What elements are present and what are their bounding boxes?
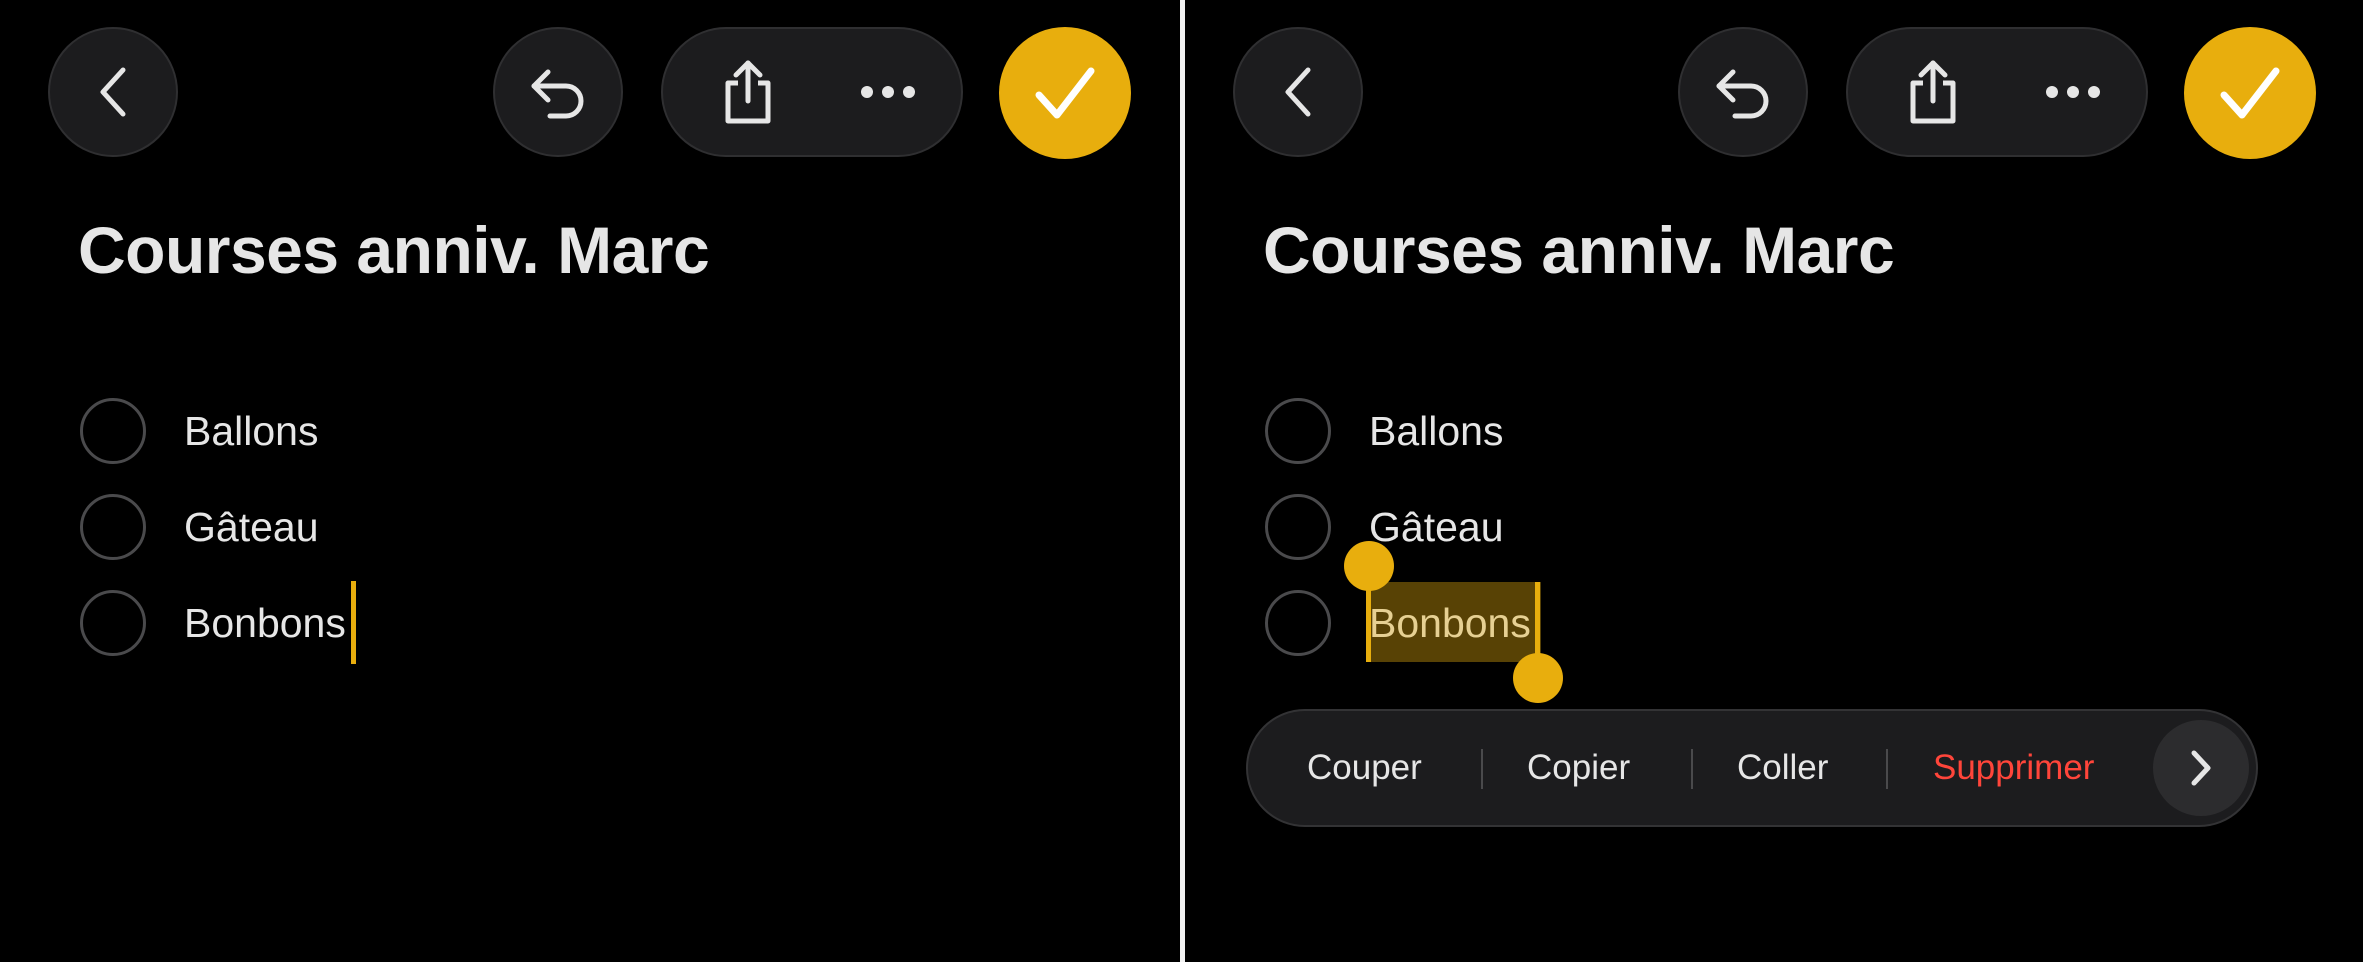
chevron-left-icon: [100, 67, 126, 117]
checklist-item-label[interactable]: Bonbons: [184, 600, 346, 647]
share-button[interactable]: [693, 29, 803, 155]
chevron-left-icon: [1285, 67, 1311, 117]
done-button[interactable]: [999, 27, 1131, 159]
actions-pill: [661, 27, 963, 157]
ellipsis-icon: [2046, 86, 2100, 98]
text-selection-highlight: [1367, 582, 1541, 662]
selection-end-handle[interactable]: [1513, 653, 1563, 703]
undo-button[interactable]: [1678, 27, 1808, 157]
menu-next-button[interactable]: [2153, 720, 2249, 816]
back-button[interactable]: [1233, 27, 1363, 157]
checklist-item: Ballons: [80, 398, 680, 468]
checklist-item-label[interactable]: Ballons: [184, 408, 318, 455]
copy-menu-item[interactable]: Copier: [1527, 711, 1630, 825]
checklist-item-label[interactable]: Gâteau: [1369, 504, 1504, 551]
paste-menu-item[interactable]: Coller: [1737, 711, 1828, 825]
share-icon: [725, 60, 771, 124]
checkbox-circle[interactable]: [1265, 398, 1331, 464]
checkbox-circle[interactable]: [1265, 494, 1331, 560]
menu-separator: [1886, 749, 1888, 789]
checkmark-icon: [1035, 67, 1095, 119]
more-button[interactable]: [833, 29, 943, 155]
checkbox-circle[interactable]: [80, 590, 146, 656]
share-button[interactable]: [1878, 29, 1988, 155]
undo-button[interactable]: [493, 27, 623, 157]
left-screen: Courses anniv. Marc Ballons Gâteau Bonbo…: [0, 0, 1180, 962]
cut-menu-item[interactable]: Couper: [1307, 711, 1422, 825]
undo-arrow-icon: [1716, 69, 1769, 119]
actions-pill: [1846, 27, 2148, 157]
selection-start-bar: [1366, 582, 1371, 662]
checklist-item-label[interactable]: Ballons: [1369, 408, 1503, 455]
checkbox-circle[interactable]: [1265, 590, 1331, 656]
checkbox-circle[interactable]: [80, 398, 146, 464]
checklist-item: Bonbons: [80, 590, 680, 660]
undo-arrow-icon: [531, 69, 584, 119]
back-button[interactable]: [48, 27, 178, 157]
checklist-item: Gâteau: [80, 494, 680, 564]
checkmark-icon: [2220, 67, 2280, 119]
ellipsis-icon: [861, 86, 915, 98]
delete-menu-item[interactable]: Supprimer: [1933, 711, 2094, 825]
note-title[interactable]: Courses anniv. Marc: [78, 212, 710, 288]
note-title[interactable]: Courses anniv. Marc: [1263, 212, 1895, 288]
edit-menu: Couper Copier Coller Supprimer: [1246, 709, 2258, 827]
checklist-item: Ballons: [1265, 398, 1865, 468]
chevron-right-icon: [2191, 750, 2211, 786]
done-button[interactable]: [2184, 27, 2316, 159]
selection-start-handle[interactable]: [1344, 541, 1394, 591]
text-cursor: [351, 581, 356, 664]
more-button[interactable]: [2018, 29, 2128, 155]
menu-separator: [1481, 749, 1483, 789]
checklist-item: Bonbons: [1265, 590, 1865, 660]
menu-separator: [1691, 749, 1693, 789]
checkbox-circle[interactable]: [80, 494, 146, 560]
checklist-item-label[interactable]: Gâteau: [184, 504, 319, 551]
share-icon: [1910, 60, 1956, 124]
selection-end-bar: [1535, 582, 1540, 662]
